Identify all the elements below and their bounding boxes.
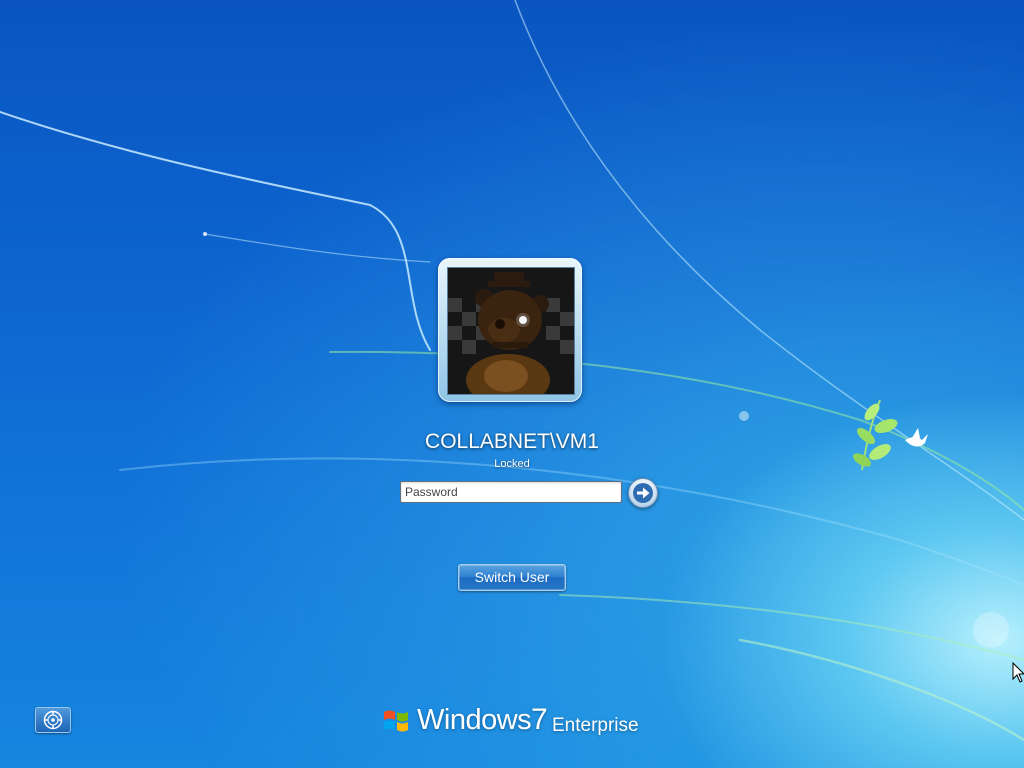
account-status: Locked — [494, 458, 530, 470]
mouse-cursor-icon — [1012, 662, 1024, 683]
windows-logo-icon — [384, 710, 408, 732]
user-avatar — [447, 267, 575, 395]
user-tile — [438, 258, 582, 402]
ease-of-access-button[interactable] — [35, 707, 71, 733]
ease-of-access-icon — [43, 710, 63, 730]
windows-branding: Windows 7 Enterprise — [382, 703, 652, 744]
switch-user-button[interactable]: Switch User — [458, 564, 566, 591]
product-edition: Enterprise — [552, 715, 639, 736]
password-input[interactable] — [400, 481, 622, 503]
arrow-right-icon — [633, 483, 653, 503]
avatar-image — [448, 268, 574, 394]
account-name: COLLABNET\VM1 — [425, 430, 599, 453]
submit-password-button[interactable] — [628, 478, 658, 508]
product-name: Windows — [417, 704, 532, 736]
product-version: 7 — [531, 703, 548, 736]
